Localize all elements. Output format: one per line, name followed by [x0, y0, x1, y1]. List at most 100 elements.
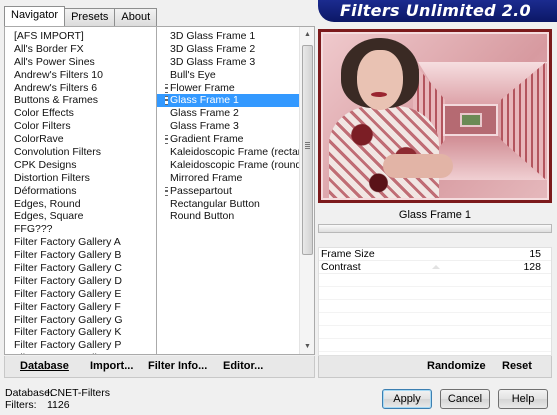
scrollbar-thumb[interactable]: [302, 45, 313, 255]
category-item[interactable]: Andrew's Filters 10: [5, 69, 156, 82]
filter-item-label: Rectangular Button: [170, 197, 260, 210]
param-value: 15: [529, 248, 541, 260]
filter-item[interactable]: Kaleidoscopic Frame (rectangular): [157, 146, 314, 159]
filter-item[interactable]: Glass Frame 2: [157, 107, 299, 120]
category-item[interactable]: Déformations: [5, 185, 156, 198]
filter-item-label: Gradient Frame: [170, 133, 244, 146]
category-item[interactable]: Andrew's Filters 6: [5, 82, 156, 95]
category-item[interactable]: Edges, Square: [5, 210, 156, 223]
filter-item[interactable]: Round Button: [157, 210, 299, 223]
tab-presets[interactable]: Presets: [64, 8, 116, 26]
tab-about[interactable]: About: [114, 8, 158, 26]
category-item[interactable]: Filter Factory Gallery F: [5, 301, 156, 314]
preview-toolbar: Randomize Reset: [318, 356, 552, 378]
category-item[interactable]: Convolution Filters: [5, 146, 156, 159]
preview-filter-name: Glass Frame 1: [398, 209, 472, 221]
favorite-marker-icon: [165, 135, 168, 145]
category-item[interactable]: All's Power Sines: [5, 56, 156, 69]
database-status-value: ICNET-Filters: [47, 387, 110, 399]
filter-item[interactable]: Passepartout: [157, 185, 299, 198]
favorite-marker-icon: [165, 96, 168, 106]
category-item[interactable]: All's Border FX: [5, 43, 156, 56]
category-item[interactable]: Filter Factory Gallery E: [5, 288, 156, 301]
param-empty-row: [319, 339, 551, 352]
filter-list[interactable]: 3D Glass Frame 1 3D Glass Frame 2 3D Glass…: [157, 26, 315, 355]
param-value: 128: [523, 261, 541, 273]
filters-count-value: 1126: [47, 399, 70, 411]
category-item[interactable]: [AFS IMPORT]: [5, 30, 156, 43]
param-frame-size[interactable]: Frame Size 15: [319, 248, 551, 261]
cancel-button[interactable]: Cancel: [440, 389, 490, 409]
filter-item-label: Glass Frame 3: [170, 120, 239, 133]
randomize-button[interactable]: Randomize: [427, 360, 486, 372]
app-title: Filters Unlimited 2.0: [339, 1, 531, 20]
filter-item[interactable]: Gradient Frame: [157, 133, 299, 146]
filter-item[interactable]: Rectangular Button: [157, 198, 299, 211]
category-item[interactable]: Filter Factory Gallery C: [5, 262, 156, 275]
filter-info-button[interactable]: Filter Info...: [148, 360, 207, 372]
filter-item-label: Flower Frame: [170, 81, 235, 94]
param-empty-row: [319, 326, 551, 339]
category-item[interactable]: Color Filters: [5, 120, 156, 133]
category-item[interactable]: Filter Factory Gallery G: [5, 314, 156, 327]
category-item[interactable]: Filter Factory Gallery A: [5, 236, 156, 249]
category-item[interactable]: Filter Factory Gallery K: [5, 326, 156, 339]
preview-tunnel-core: [460, 113, 482, 127]
preview-separator: [318, 224, 552, 233]
category-item[interactable]: Distortion Filters: [5, 172, 156, 185]
category-item[interactable]: Filter Factory Gallery P: [5, 339, 156, 352]
param-empty-row: [319, 300, 551, 313]
parameter-list: Frame Size 15 Contrast 128: [318, 247, 552, 356]
category-item[interactable]: Buttons & Frames: [5, 94, 156, 107]
favorite-marker-icon: [165, 83, 168, 93]
filter-item[interactable]: 3D Glass Frame 2: [157, 43, 299, 56]
scroll-down-arrow-icon[interactable]: ▼: [300, 339, 314, 354]
thumb-grip-icon: [305, 142, 310, 149]
tab-navigator[interactable]: Navigator: [4, 6, 66, 26]
filter-item-label: Kaleidoscopic Frame (rectangular): [170, 146, 315, 159]
preview-image: [318, 29, 552, 203]
database-button[interactable]: Database: [20, 360, 69, 372]
category-item[interactable]: CPK Designs: [5, 159, 156, 172]
filter-item[interactable]: Glass Frame 1: [157, 94, 299, 108]
filter-item-label: Passepartout: [170, 184, 232, 197]
filter-item-label: Bull's Eye: [170, 68, 216, 81]
filter-item-label: 3D Glass Frame 3: [170, 55, 256, 68]
category-list[interactable]: [AFS IMPORT] All's Border FX All's Power S…: [4, 26, 157, 355]
help-button[interactable]: Help: [498, 389, 548, 409]
preview-figure-arm: [383, 154, 453, 178]
filter-item-label: Mirrored Frame: [170, 171, 243, 184]
scroll-up-arrow-icon[interactable]: ▲: [300, 27, 314, 42]
filter-item[interactable]: 3D Glass Frame 3: [157, 56, 299, 69]
filter-item-label: Glass Frame 1: [170, 94, 239, 107]
filter-item[interactable]: Mirrored Frame: [157, 172, 299, 185]
filter-item[interactable]: Glass Frame 3: [157, 120, 299, 133]
filter-items: 3D Glass Frame 1 3D Glass Frame 2 3D Glass…: [157, 30, 314, 223]
tab-strip: Navigator Presets About: [4, 6, 158, 26]
preview-figure-face: [357, 50, 403, 110]
slider-marker-icon: [432, 265, 440, 269]
category-items: [AFS IMPORT] All's Border FX All's Power S…: [5, 30, 156, 354]
category-item[interactable]: Edges, Round: [5, 198, 156, 211]
category-item[interactable]: Filter Factory Gallery B: [5, 249, 156, 262]
filter-item[interactable]: Kaleidoscopic Frame (round): [157, 159, 305, 172]
navigator-toolbar: Database Import... Filter Info... Editor…: [4, 356, 315, 378]
filter-item[interactable]: Bull's Eye: [157, 69, 299, 82]
filter-item[interactable]: 3D Glass Frame 1: [157, 30, 299, 43]
category-item[interactable]: Color Effects: [5, 107, 156, 120]
import-button[interactable]: Import...: [90, 360, 133, 372]
preview-figure-lips: [371, 92, 387, 97]
category-item[interactable]: Filter Factory Gallery D: [5, 275, 156, 288]
app-banner: Filters Unlimited 2.0: [318, 0, 557, 22]
category-item[interactable]: Filter Factory Gallery Q: [5, 352, 156, 354]
database-status-label: Database:: [5, 387, 53, 399]
category-item[interactable]: ColorRave: [5, 133, 156, 146]
filters-count-label: Filters:: [5, 399, 37, 411]
reset-button[interactable]: Reset: [502, 360, 532, 372]
category-item[interactable]: FFG???: [5, 223, 156, 236]
filter-item[interactable]: Flower Frame: [157, 82, 299, 95]
filter-scrollbar[interactable]: ▲ ▼: [299, 27, 314, 354]
apply-button[interactable]: Apply: [382, 389, 432, 409]
param-label: Frame Size: [321, 248, 375, 260]
editor-button[interactable]: Editor...: [223, 360, 263, 372]
